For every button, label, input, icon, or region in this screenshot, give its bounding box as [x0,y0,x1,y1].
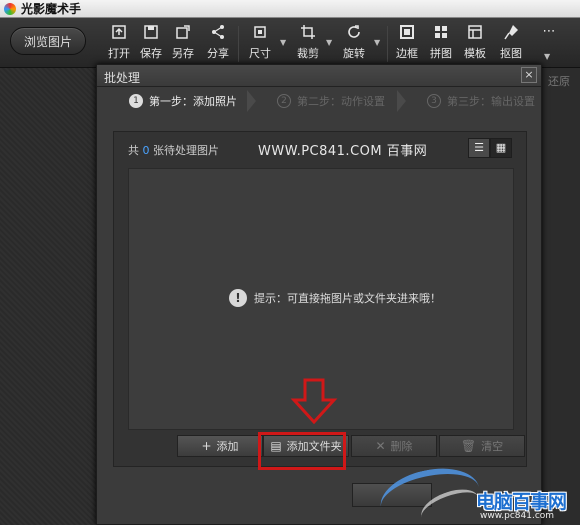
dialog-title-bar: 批处理 × [97,65,541,87]
step-indicator: 1 第一步：添加照片 2 第二步：动作设置 3 第三步：输出设置 [97,90,541,112]
canvas-background [0,68,96,525]
down-arrow-icon [290,378,338,424]
template-button[interactable]: 模板 [460,24,490,62]
border-button[interactable]: 边框 [392,24,422,62]
restore-label[interactable]: 还原 [548,73,570,89]
open-button[interactable]: 打开 [104,24,134,62]
title-bar: 光影魔术手 [0,0,580,18]
list-view-icon[interactable]: ☰ [468,138,490,158]
save-as-label: 另存 [172,47,194,60]
panel-header: 共 0 张待处理图片 WWW.PC841.COM 百事网 ☰ ▦ [114,132,526,166]
step-3-label: 第三步：输出设置 [447,95,535,108]
site-logo-name: 电脑百事网 [476,491,567,513]
clear-label: 清空 [481,440,504,453]
cutout-label: 抠图 [500,47,522,60]
collage-button[interactable]: 拼图 [426,24,456,62]
add-label: 添加 [216,440,239,453]
grid-view-icon[interactable]: ▦ [490,138,512,158]
save-button[interactable]: 保存 [136,24,166,62]
collage-icon [435,26,447,38]
save-icon [144,25,158,39]
app-logo-icon [4,2,16,15]
toolbar-divider [387,26,388,62]
toolbar-divider [238,26,239,62]
step-3: 3 第三步：输出设置 [427,90,535,112]
site-watermark-text: WWW.PC841.COM 百事网 [258,144,428,159]
main-toolbar: 浏览图片 打开 保存 另存 分享 尺寸 ▼ 裁剪 ▼ 旋转 ▼ 边框 拼图 模板 [0,18,580,68]
step-2-number: 2 [277,94,291,108]
count-value: 0 [142,144,150,157]
crop-label: 裁剪 [297,47,319,60]
step-1-number: 1 [129,94,143,108]
cutout-icon [504,25,518,40]
hint-text: 提示：可直接拖图片或文件夹进来哦！ [254,292,441,305]
template-icon [468,25,482,39]
clear-button[interactable]: 🗑 清空 [439,435,525,457]
share-button[interactable]: 分享 [203,24,233,62]
browse-images-button[interactable]: 浏览图片 [10,27,86,55]
template-label: 模板 [464,47,486,60]
delete-button[interactable]: ✕ 删除 [351,435,437,457]
crop-dropdown-icon[interactable]: ▼ [326,38,332,47]
resize-label: 尺寸 [249,47,271,60]
drop-hint: ! 提示：可直接拖图片或文件夹进来哦！ [229,289,441,307]
step-1: 1 第一步：添加照片 [129,90,237,112]
save-as-button[interactable]: 另存 [168,24,198,62]
step-2-label: 第二步：动作设置 [297,95,385,108]
delete-label: 删除 [390,440,413,453]
save-label: 保存 [140,47,162,60]
site-logo-url: www.pc841.com [480,511,555,521]
step-1-label: 第一步：添加照片 [149,95,237,108]
dialog-title: 批处理 [104,71,141,85]
resize-dropdown-icon[interactable]: ▼ [280,38,286,47]
save-as-icon [176,25,190,39]
step-arrow-icon [397,90,406,112]
site-logo: 电脑百事网 www.pc841.com [470,487,580,525]
rotate-dropdown-icon[interactable]: ▼ [374,38,380,47]
app-title: 光影魔术手 [21,2,82,16]
rotate-button[interactable]: 旋转 [339,24,369,62]
step-3-number: 3 [427,94,441,108]
resize-button[interactable]: 尺寸 [245,24,275,62]
step-2: 2 第二步：动作设置 [277,90,385,112]
close-icon[interactable]: × [521,67,537,83]
resize-icon [254,26,266,38]
count-suffix: 张待处理图片 [153,144,219,157]
count-prefix: 共 [128,144,139,157]
crop-icon [301,25,315,39]
open-label: 打开 [108,47,130,60]
plus-icon: + [201,439,212,453]
more-dropdown-icon[interactable]: ▼ [544,52,550,61]
trash-icon: 🗑 [460,439,477,453]
share-icon [212,25,224,39]
rotate-label: 旋转 [343,47,365,60]
delete-icon: ✕ [375,439,386,453]
open-icon [112,25,126,39]
rotate-icon [348,25,360,38]
more-icon: ⋯ [542,24,556,39]
cutout-button[interactable]: 抠图 [496,24,526,62]
pending-count: 共 0 张待处理图片 [128,142,219,158]
step-arrow-icon [247,90,256,112]
crop-button[interactable]: 裁剪 [293,24,323,62]
share-label: 分享 [207,47,229,60]
border-label: 边框 [396,47,418,60]
border-icon [400,25,414,39]
add-button[interactable]: + 添加 [177,435,263,457]
collage-label: 拼图 [430,47,452,60]
highlight-box [258,432,346,470]
warning-icon: ! [229,289,247,307]
view-toggle: ☰ ▦ [468,138,512,158]
